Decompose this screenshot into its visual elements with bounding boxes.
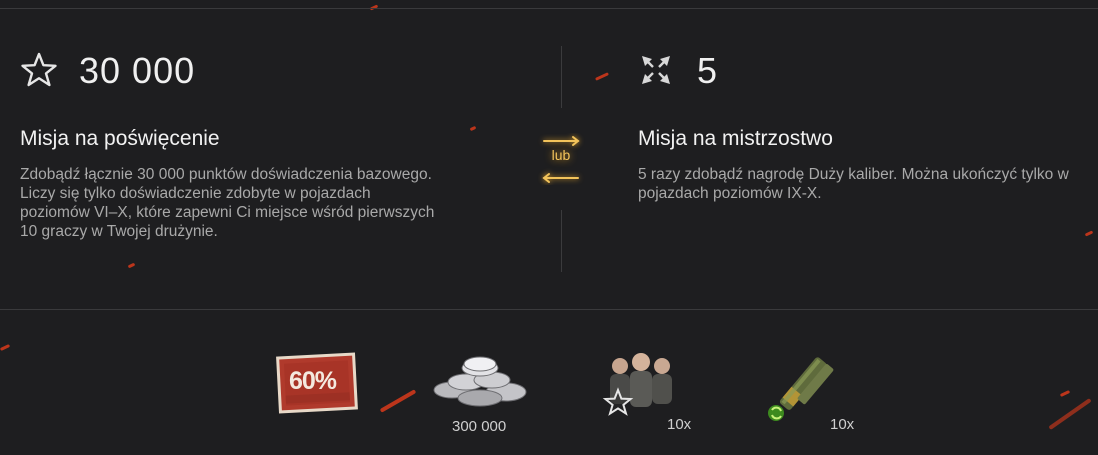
mission-count: 30 000 xyxy=(79,50,196,91)
ember-decoration xyxy=(1048,398,1092,430)
shell-ammo-icon xyxy=(760,350,840,431)
or-separator: lub xyxy=(532,133,590,185)
coupon-text: 60% xyxy=(289,367,337,395)
mission-count: 5 xyxy=(697,50,719,91)
bottom-divider xyxy=(0,309,1098,310)
ember-decoration xyxy=(127,262,136,269)
ember-decoration xyxy=(595,72,609,81)
mission-count-row: 30 000 xyxy=(20,50,195,92)
reward-item[interactable]: 10x xyxy=(760,350,860,435)
vertical-divider-bottom xyxy=(561,210,562,272)
mission-description: Zdobądź łącznie 30 000 punktów doświadcz… xyxy=(20,166,435,240)
ember-decoration xyxy=(1084,230,1094,237)
ember-decoration xyxy=(379,389,417,413)
reward-item[interactable]: 10x xyxy=(600,350,700,435)
crossed-arrows-icon xyxy=(640,54,674,88)
mission-count-row: 5 xyxy=(640,50,718,92)
mission-title: Misja na mistrzostwo xyxy=(638,127,833,150)
ember-decoration xyxy=(469,125,477,132)
reward-item[interactable]: 300 000 xyxy=(430,352,530,435)
reward-amount: 10x xyxy=(830,416,855,433)
reward-amount: 300 000 xyxy=(452,418,507,435)
star-outline-icon xyxy=(20,51,60,91)
vertical-divider-top xyxy=(561,46,562,108)
mission-title: Misja na poświęcenie xyxy=(20,127,220,150)
mission-description: 5 razy zdobądź nagrodę Duży kaliber. Moż… xyxy=(638,166,1069,202)
ember-decoration xyxy=(1059,390,1071,397)
silver-coins-icon xyxy=(430,352,530,413)
reward-amount: 10x xyxy=(667,416,692,433)
discount-coupon-icon: 60% xyxy=(275,350,359,416)
reward-item[interactable]: 60% xyxy=(275,350,359,416)
top-divider xyxy=(0,8,1098,9)
ember-decoration xyxy=(0,344,11,351)
separator-label: lub xyxy=(551,147,571,163)
